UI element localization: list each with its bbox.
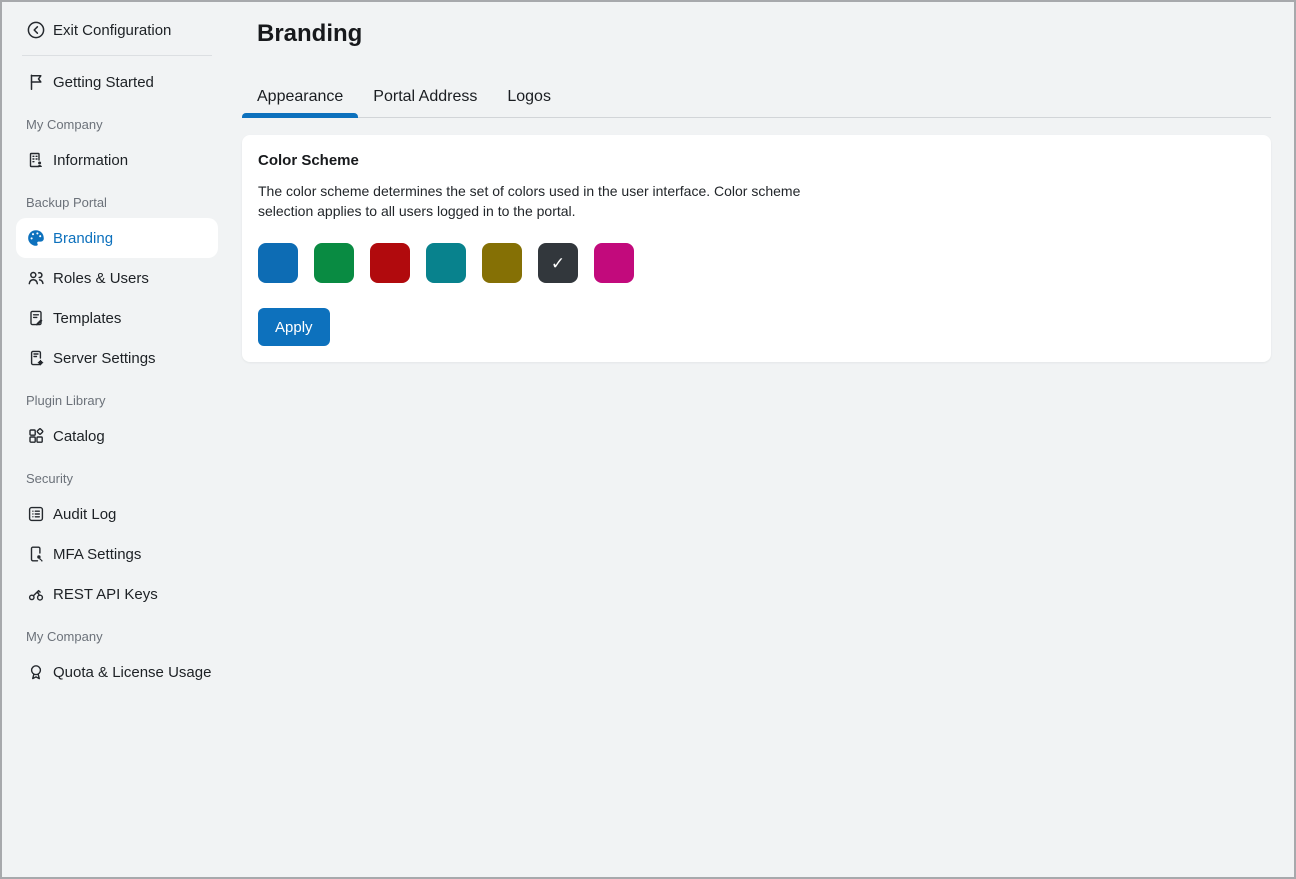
server-gear-icon <box>26 348 46 368</box>
sidebar-item-getting-started[interactable]: Getting Started <box>16 62 218 102</box>
sidebar-item-label: Templates <box>53 309 122 327</box>
sidebar-item-label: Server Settings <box>53 349 156 367</box>
sidebar-item-label: Catalog <box>53 427 105 445</box>
company-building-icon <box>26 150 46 170</box>
award-ribbon-icon <box>26 662 46 682</box>
color-swatch-teal[interactable] <box>426 243 466 283</box>
sidebar-item-label: Information <box>53 151 129 169</box>
sidebar-divider <box>22 55 212 56</box>
sidebar-item-exit-configuration[interactable]: Exit Configuration <box>16 10 218 50</box>
color-swatch-red[interactable] <box>370 243 410 283</box>
sidebar-item-server-settings[interactable]: Server Settings <box>16 338 218 378</box>
sidebar-item-quota-license-usage[interactable]: Quota & License Usage <box>16 652 218 692</box>
palette-icon <box>26 228 46 248</box>
sidebar-item-label: Getting Started <box>53 73 154 91</box>
users-icon <box>26 268 46 288</box>
sidebar-section-backup-portal: Backup Portal <box>26 195 107 210</box>
chevron-left-circle-icon <box>26 20 46 40</box>
main-content: Branding Appearance Portal Address Logos… <box>242 2 1271 362</box>
color-swatch-blue[interactable] <box>258 243 298 283</box>
tab-label: Logos <box>507 88 551 105</box>
card-title: Color Scheme <box>258 152 359 169</box>
app-window: Exit Configuration Getting Started My Co… <box>0 0 1296 879</box>
sidebar-item-branding[interactable]: Branding <box>16 218 218 258</box>
sidebar-item-catalog[interactable]: Catalog <box>16 416 218 456</box>
sidebar-item-audit-log[interactable]: Audit Log <box>16 494 218 534</box>
color-swatch-row <box>258 243 1255 283</box>
tab-label: Portal Address <box>373 88 478 105</box>
color-swatch-olive[interactable] <box>482 243 522 283</box>
tab-appearance[interactable]: Appearance <box>242 77 359 118</box>
sidebar-item-label: REST API Keys <box>53 585 158 603</box>
sidebar-item-label: Quota & License Usage <box>53 663 212 681</box>
device-key-icon <box>26 544 46 564</box>
sidebar-item-roles-users[interactable]: Roles & Users <box>16 258 218 298</box>
sidebar-item-label: Branding <box>53 229 114 247</box>
grid-puzzle-icon <box>26 426 46 446</box>
flag-icon <box>26 72 46 92</box>
tab-label: Appearance <box>257 88 344 105</box>
sidebar-item-label: MFA Settings <box>53 545 142 563</box>
sidebar-item-rest-api-keys[interactable]: REST API Keys <box>16 574 218 614</box>
list-icon <box>26 504 46 524</box>
tab-portal-address[interactable]: Portal Address <box>358 77 492 117</box>
sidebar-section-security: Security <box>26 471 73 486</box>
keys-icon <box>26 584 46 604</box>
color-swatch-green[interactable] <box>314 243 354 283</box>
page-title: Branding <box>257 20 363 47</box>
sidebar-item-label: Exit Configuration <box>53 21 172 39</box>
sidebar-item-information[interactable]: Information <box>16 140 218 180</box>
clipboard-pencil-icon <box>26 308 46 328</box>
sidebar-item-mfa-settings[interactable]: MFA Settings <box>16 534 218 574</box>
sidebar-item-templates[interactable]: Templates <box>16 298 218 338</box>
sidebar-section-my-company-2: My Company <box>26 629 103 644</box>
sidebar-section-plugin-library: Plugin Library <box>26 393 106 408</box>
card-description: The color scheme determines the set of c… <box>258 183 801 219</box>
sidebar: Exit Configuration Getting Started My Co… <box>2 2 232 877</box>
tab-bar: Appearance Portal Address Logos <box>242 77 1271 118</box>
apply-button[interactable]: Apply <box>258 308 330 346</box>
color-swatch-graphite[interactable] <box>538 243 578 283</box>
sidebar-section-my-company: My Company <box>26 117 103 132</box>
color-swatch-magenta[interactable] <box>594 243 634 283</box>
sidebar-item-label: Audit Log <box>53 505 117 523</box>
sidebar-item-label: Roles & Users <box>53 269 149 287</box>
tab-logos[interactable]: Logos <box>492 77 566 117</box>
color-scheme-card: Color Scheme The color scheme determines… <box>242 135 1271 362</box>
